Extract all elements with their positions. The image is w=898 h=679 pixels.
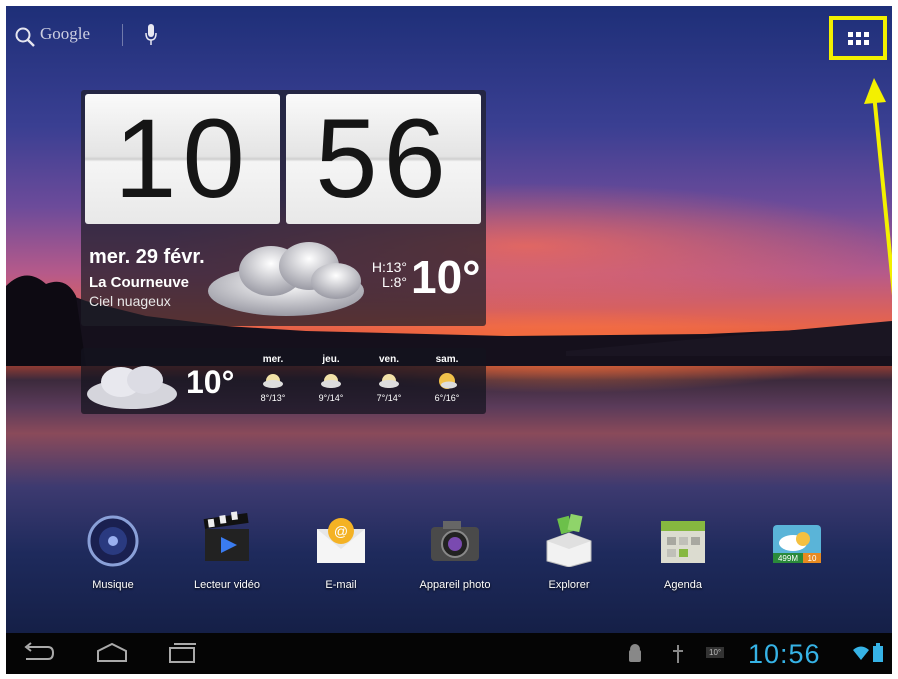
app-label: Agenda (664, 579, 702, 591)
video-clapper-icon (203, 511, 249, 561)
day-range: 9°/14° (318, 393, 344, 403)
app-agenda[interactable]: Agenda (638, 511, 728, 591)
weather-condition: Ciel nuageux (89, 293, 171, 309)
weather-date: mer. 29 févr. (89, 246, 205, 268)
recent-apps-icon[interactable] (164, 641, 200, 665)
file-explorer-icon (546, 513, 592, 567)
partly-sunny-icon (379, 374, 399, 388)
current-temperature: 10° (411, 251, 481, 303)
weather-memory-icon: 499M 10 (773, 525, 821, 563)
high-temp: H:13° (371, 259, 407, 275)
app-email[interactable]: @ E-mail (296, 511, 386, 591)
day-range: 6°/16° (434, 393, 460, 403)
apps-grid-icon (847, 31, 869, 45)
back-icon[interactable] (20, 641, 56, 665)
weather-city: La Courneuve (89, 274, 190, 291)
day-range: 7°/14° (376, 393, 402, 403)
email-envelope-icon: @ (317, 518, 365, 563)
clock-minutes: 56 (286, 94, 481, 224)
camera-icon (431, 521, 479, 561)
calendar-icon (661, 521, 705, 563)
app-lecteur-video[interactable]: Lecteur vidéo (182, 511, 272, 591)
search-divider (122, 24, 123, 46)
svg-text:@: @ (334, 523, 348, 539)
system-bar: 10° 10:56 (6, 633, 892, 674)
app-musique[interactable]: Musique (68, 511, 158, 591)
day-name: sam. (435, 354, 459, 365)
top-bar: Google (6, 6, 892, 60)
android-debug-icon (629, 644, 641, 662)
google-search-label[interactable]: Google (40, 24, 90, 44)
all-apps-button[interactable] (829, 16, 887, 60)
app-label: E-mail (325, 579, 357, 591)
high-low-temps: H:13° L:8° (367, 260, 407, 290)
app-appareil-photo[interactable]: Appareil photo (410, 511, 500, 591)
battery-icon[interactable] (872, 643, 884, 663)
status-clock[interactable]: 10:56 (748, 639, 821, 670)
app-explorer[interactable]: Explorer (524, 511, 614, 591)
forecast-day: jeu. 9°/14° (306, 354, 356, 403)
forecast-current-temp: 10° (186, 364, 235, 400)
small-cloud-icon (87, 366, 177, 409)
app-label: Lecteur vidéo (193, 579, 261, 591)
app-label: Explorer (548, 579, 590, 591)
forecast-day: ven. 7°/14° (364, 354, 414, 403)
clock-hours: 10 (85, 94, 280, 224)
day-range: 8°/13° (260, 393, 286, 403)
forecast-day: mer. 8°/13° (248, 354, 298, 403)
app-label: Musique (92, 579, 134, 591)
microphone-icon[interactable] (144, 22, 158, 48)
usb-icon (673, 645, 683, 663)
sunny-icon (439, 373, 457, 389)
memory-count: 10 (808, 554, 817, 563)
forecast-widget[interactable]: 10° mer. 8°/13° jeu. 9°/14° ven. 7°/14° … (81, 348, 486, 414)
app-label: Appareil photo (419, 579, 491, 591)
speaker-icon (87, 515, 139, 567)
home-icon[interactable] (94, 641, 130, 665)
partly-sunny-icon (321, 374, 341, 388)
highlight-arrow (864, 78, 892, 296)
partly-sunny-icon (263, 374, 283, 388)
app-weather-memory[interactable]: 499M 10 (752, 511, 842, 579)
wifi-icon[interactable] (852, 645, 870, 661)
forecast-day: sam. 6°/16° (422, 354, 472, 403)
day-name: mer. (262, 354, 284, 365)
home-screen: Google 10 56 mer. 29 févr. La Courneuve … (6, 6, 892, 674)
status-temp-badge: 10° (706, 647, 725, 658)
memory-badge: 499M (778, 554, 798, 563)
cloud-icon (208, 242, 364, 316)
low-temp: L:8° (381, 274, 407, 290)
day-name: jeu. (322, 354, 340, 365)
app-dock: Musique Lecteur vidéo @ E-mail Appareil … (6, 511, 892, 611)
clock-weather-widget[interactable]: 10 56 mer. 29 févr. La Courneuve Ciel nu… (81, 90, 486, 326)
search-icon[interactable] (14, 26, 36, 48)
day-name: ven. (378, 354, 399, 365)
